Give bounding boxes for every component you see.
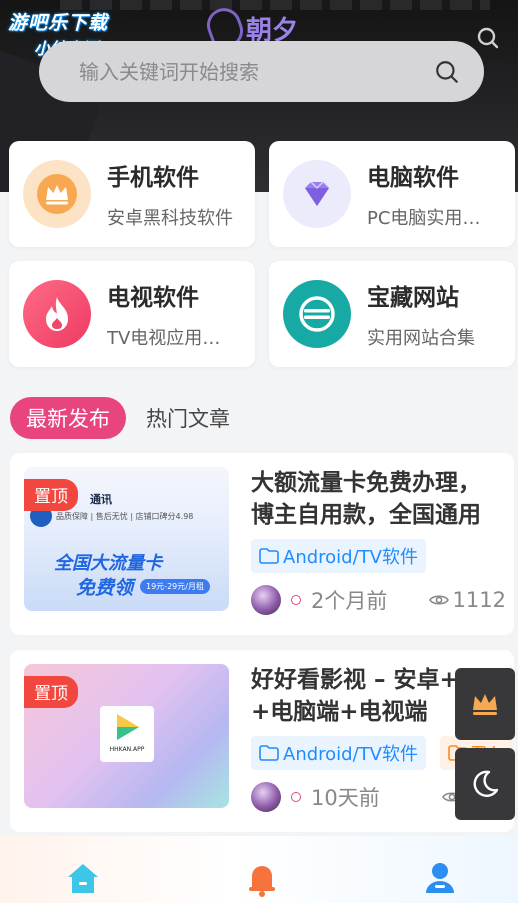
category-subtitle: 安卓黑科技软件: [107, 208, 233, 229]
watermark-line1: 游吧乐下载: [8, 12, 109, 34]
play-icon: [117, 714, 139, 740]
category-card-sites[interactable]: 宝藏网站 实用网站合集: [269, 261, 515, 367]
status-dot: [291, 792, 301, 802]
app-name: HHKAN.APP: [109, 746, 145, 753]
post-tabs: 最新发布 热门文章: [10, 397, 230, 439]
pinned-badge: 置顶: [24, 479, 78, 511]
bell-icon: [249, 866, 275, 897]
category-title: 宝藏网站: [367, 285, 459, 311]
vip-float-button[interactable]: [455, 668, 515, 740]
eye-icon: [428, 595, 449, 605]
post-card[interactable]: 通讯 品质保障 | 售后无忧 | 店铺口碑分4.98 全国大流量卡 免费领 19…: [10, 453, 514, 635]
category-subtitle: PC电脑实用软件: [367, 208, 497, 229]
avatar[interactable]: [251, 782, 281, 812]
post-tag[interactable]: Android/TV软件: [251, 736, 426, 770]
moon-icon: [473, 770, 499, 797]
post-thumbnail[interactable]: 通讯 品质保障 | 售后无忧 | 店铺口碑分4.98 全国大流量卡 免费领 19…: [24, 467, 229, 611]
post-time: 10天前: [311, 786, 380, 810]
nav-profile[interactable]: [420, 858, 460, 898]
folder-icon: [259, 548, 279, 564]
post-card[interactable]: HHKAN.APP 置顶 好好看影视 – 安卓+ios+电脑端+电视端 Andr…: [10, 650, 514, 832]
category-title: 手机软件: [107, 165, 199, 191]
tab-popular[interactable]: 热门文章: [146, 403, 230, 433]
thumb-brand: 通讯: [90, 493, 112, 506]
pinned-badge: 置顶: [24, 676, 78, 708]
thumb-features: 品质保障 | 售后无忧 | 店铺口碑分4.98: [56, 512, 194, 521]
category-title: 电视软件: [107, 285, 199, 311]
thumb-price: 19元-29元/月租: [140, 579, 210, 594]
category-card-mobile[interactable]: 手机软件 安卓黑科技软件: [9, 141, 255, 247]
crown-icon: [23, 160, 91, 228]
flame-icon: [23, 280, 91, 348]
post-meta: 2个月前 1112: [251, 585, 506, 615]
category-card-pc[interactable]: 电脑软件 PC电脑实用软件: [269, 141, 515, 247]
gem-icon: [283, 160, 351, 228]
nav-notifications[interactable]: [242, 858, 282, 898]
dark-mode-toggle[interactable]: [455, 748, 515, 820]
tab-latest[interactable]: 最新发布: [10, 397, 126, 439]
post-tag-label: Android/TV软件: [283, 547, 418, 568]
post-tag[interactable]: Android/TV软件: [251, 539, 426, 573]
thumb-headline: 全国大流量卡: [54, 553, 162, 574]
search-submit-icon[interactable]: [434, 59, 460, 85]
bottom-navigation: [0, 836, 518, 903]
nav-home[interactable]: [63, 858, 103, 898]
home-icon: [68, 864, 98, 893]
category-title: 电脑软件: [367, 165, 459, 191]
category-subtitle: TV电视应用软件: [107, 328, 237, 349]
search-icon[interactable]: [476, 26, 500, 50]
app-logo: HHKAN.APP: [100, 706, 154, 762]
post-time: 2个月前: [311, 589, 388, 613]
thumb-headline-2: 免费领: [76, 577, 134, 599]
search-bar[interactable]: [39, 41, 484, 102]
category-subtitle: 实用网站合集: [367, 328, 475, 349]
site-icon: [283, 280, 351, 348]
post-tag-label: Android/TV软件: [283, 744, 418, 765]
avatar[interactable]: [251, 585, 281, 615]
folder-icon: [259, 745, 279, 761]
post-views: 1112: [428, 588, 506, 612]
post-title[interactable]: 大额流量卡免费办理，博主自用款，全国通用: [251, 467, 501, 531]
post-views-count: 1112: [452, 588, 506, 612]
search-input[interactable]: [79, 59, 434, 84]
user-icon: [426, 863, 454, 893]
post-thumbnail[interactable]: HHKAN.APP 置顶: [24, 664, 229, 808]
status-dot: [291, 595, 301, 605]
crown-icon: [473, 694, 497, 715]
category-card-tv[interactable]: 电视软件 TV电视应用软件: [9, 261, 255, 367]
